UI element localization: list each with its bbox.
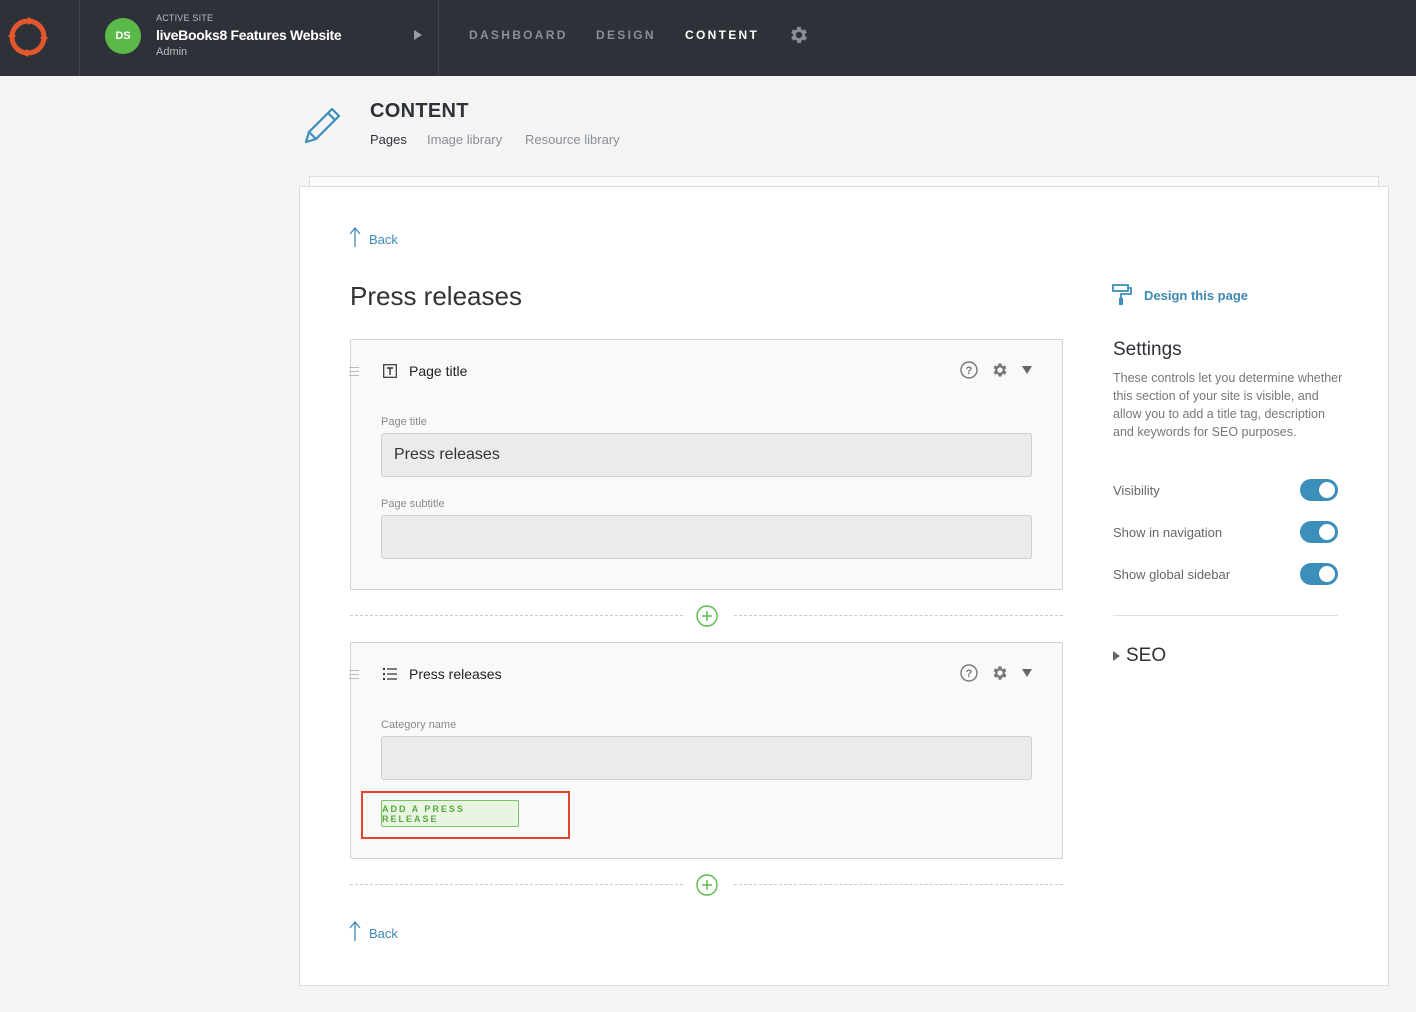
- help-icon[interactable]: ?: [960, 361, 978, 379]
- drag-handle-icon[interactable]: [349, 367, 359, 379]
- up-arrow-icon: [349, 227, 361, 247]
- settings-gear-icon[interactable]: [788, 24, 810, 46]
- page-heading: CONTENT: [370, 100, 469, 122]
- highlight-annotation: [361, 791, 570, 839]
- section-tools: ?: [960, 361, 1032, 379]
- svg-text:?: ?: [966, 365, 973, 377]
- seo-expander[interactable]: SEO: [1113, 645, 1166, 667]
- settings-divider: [1113, 615, 1338, 616]
- visibility-row: Visibility: [1113, 479, 1338, 503]
- section-title: Press releases: [409, 666, 502, 682]
- site-name: liveBooks8 Features Website: [156, 27, 342, 43]
- drag-handle-icon[interactable]: [349, 670, 359, 682]
- tab-resource-library[interactable]: Resource library: [525, 132, 620, 147]
- show-global-sidebar-row: Show global sidebar: [1113, 563, 1338, 587]
- active-site-switcher[interactable]: DS ACTIVE SITE liveBooks8 Features Websi…: [80, 0, 439, 76]
- settings-description: These controls let you determine whether…: [1113, 371, 1343, 439]
- site-switch-arrow-icon[interactable]: [414, 30, 422, 40]
- back-label: Back: [369, 926, 398, 941]
- pencil-icon: [304, 107, 341, 144]
- show-in-navigation-row: Show in navigation: [1113, 521, 1338, 545]
- seo-label: SEO: [1126, 645, 1167, 666]
- help-icon[interactable]: ?: [960, 664, 978, 682]
- user-role: Admin: [156, 46, 188, 58]
- collapse-caret-icon[interactable]: [1022, 366, 1032, 374]
- app-logo-icon: [8, 17, 48, 57]
- add-section-divider: [350, 605, 1063, 627]
- section-settings-icon[interactable]: [991, 361, 1009, 379]
- design-link-label: Design this page: [1144, 287, 1249, 303]
- section-title: Page title: [409, 363, 468, 379]
- page-title-input[interactable]: Press releases: [381, 433, 1032, 477]
- list-icon: [383, 668, 397, 680]
- show-in-navigation-toggle[interactable]: [1300, 521, 1338, 543]
- logo-cell[interactable]: [0, 0, 80, 76]
- back-label: Back: [369, 232, 398, 247]
- category-name-input[interactable]: [381, 736, 1032, 780]
- settings-title: Settings: [1113, 339, 1182, 360]
- collapse-caret-icon[interactable]: [1022, 669, 1032, 677]
- toggle-label: Visibility: [1113, 483, 1160, 498]
- up-arrow-icon: [349, 921, 361, 941]
- nav-design[interactable]: DESIGN: [596, 28, 656, 42]
- tab-pages[interactable]: Pages: [370, 132, 407, 147]
- page-title-section: Page title ? Page title Press releases P…: [349, 339, 1063, 590]
- paint-roller-icon: [1112, 284, 1132, 305]
- back-link-top[interactable]: Back: [349, 227, 398, 247]
- field-label: Category name: [381, 719, 457, 731]
- svg-text:?: ?: [966, 668, 973, 680]
- toggle-label: Show in navigation: [1113, 525, 1223, 540]
- visibility-toggle[interactable]: [1300, 479, 1338, 501]
- add-section-plus-icon[interactable]: [696, 605, 718, 627]
- nav-dashboard[interactable]: DASHBOARD: [469, 28, 568, 42]
- add-section-divider: [350, 874, 1063, 896]
- page-title: Press releases: [350, 281, 522, 311]
- avatar: DS: [105, 18, 141, 54]
- toggle-label: Show global sidebar: [1113, 567, 1231, 582]
- add-section-plus-icon[interactable]: [696, 874, 718, 896]
- page-subtitle-input[interactable]: [381, 515, 1032, 559]
- tab-image-library[interactable]: Image library: [427, 132, 502, 147]
- design-this-page-link[interactable]: Design this page: [1112, 284, 1248, 306]
- field-label: Page subtitle: [381, 498, 445, 510]
- field-label: Page title: [381, 416, 427, 428]
- text-block-icon: [383, 364, 397, 378]
- expand-caret-icon: [1113, 651, 1120, 661]
- active-site-label: ACTIVE SITE: [156, 13, 214, 23]
- section-settings-icon[interactable]: [991, 664, 1009, 682]
- top-bar: DS ACTIVE SITE liveBooks8 Features Websi…: [0, 0, 1416, 76]
- back-link-bottom[interactable]: Back: [349, 921, 398, 941]
- section-tools: ?: [960, 664, 1032, 682]
- nav-content[interactable]: CONTENT: [685, 28, 759, 42]
- show-global-sidebar-toggle[interactable]: [1300, 563, 1338, 585]
